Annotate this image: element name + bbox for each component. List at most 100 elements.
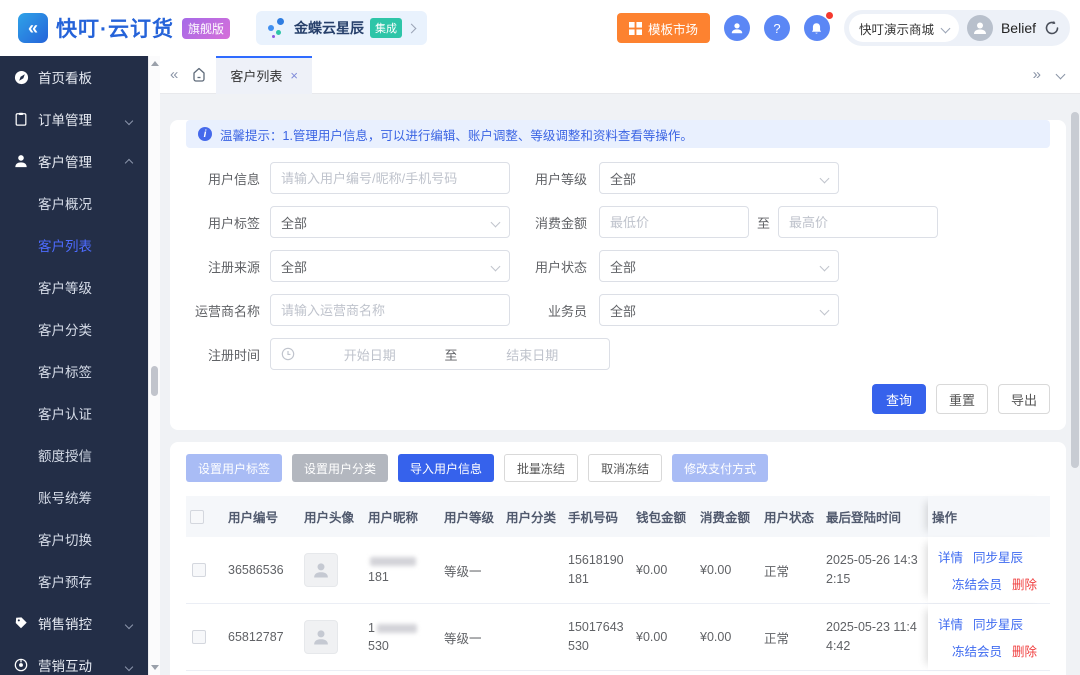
integration-pill[interactable]: 金蝶云星辰 集成: [256, 11, 427, 45]
shop-selector[interactable]: 快叮演示商城: [849, 14, 959, 42]
col-user-category: 用户分类: [502, 496, 564, 537]
avatar-placeholder: [304, 553, 338, 587]
user-status-select[interactable]: 全部: [599, 250, 839, 282]
filter-card: i 温馨提示：1.管理用户信息，可以进行编辑、账户调整、等级调整和资料查看等操作…: [170, 120, 1066, 430]
orders-icon: [13, 111, 29, 127]
home-tab-icon[interactable]: [190, 66, 208, 84]
tab-customer-list[interactable]: 客户列表 ×: [216, 56, 312, 94]
delete-link[interactable]: 删除: [1012, 641, 1037, 660]
filter-label-register-time: 注册时间: [186, 345, 260, 364]
detail-link[interactable]: 详情: [938, 547, 963, 566]
spend-max-input[interactable]: [778, 206, 938, 238]
tab-close-icon[interactable]: ×: [290, 68, 298, 83]
col-phone: 手机号码: [564, 496, 632, 537]
tabs-menu-icon[interactable]: [1056, 70, 1066, 80]
row-checkbox[interactable]: [192, 630, 206, 644]
sidebar-item-customer-prestore[interactable]: 客户预存: [0, 560, 148, 602]
tabs-scroll-right[interactable]: »: [1023, 66, 1051, 83]
chevron-down-icon: [125, 662, 133, 670]
user-level-select[interactable]: 全部: [599, 162, 839, 194]
user-info-input[interactable]: [270, 162, 510, 194]
sidebar-scrollbar[interactable]: [148, 56, 160, 675]
cancel-freeze-button[interactable]: 取消冻结: [588, 454, 662, 482]
info-icon: i: [198, 127, 212, 141]
modify-payment-button[interactable]: 修改支付方式: [672, 454, 768, 482]
freeze-link[interactable]: 冻结会员: [952, 574, 1002, 593]
cell-last-login: 2025-05-26 14:32:15: [826, 551, 924, 589]
detail-link[interactable]: 详情: [938, 614, 963, 633]
set-user-category-button[interactable]: 设置用户分类: [292, 454, 388, 482]
batch-freeze-button[interactable]: 批量冻结: [504, 454, 578, 482]
filter-label-salesman: 业务员: [522, 301, 587, 320]
customer-service-icon[interactable]: [724, 15, 750, 41]
col-user-id: 用户编号: [224, 496, 300, 537]
scroll-up-arrow[interactable]: [151, 61, 159, 66]
sidebar-item-credit-line[interactable]: 额度授信: [0, 434, 148, 476]
sidebar-item-dashboard[interactable]: 首页看板: [0, 56, 148, 98]
salesman-select[interactable]: 全部: [599, 294, 839, 326]
sidebar-item-orders[interactable]: 订单管理: [0, 98, 148, 140]
spend-min-input[interactable]: [599, 206, 749, 238]
row-checkbox[interactable]: [192, 563, 206, 577]
chevron-down-icon: [820, 305, 830, 315]
sidebar-item-customer-list[interactable]: 客户列表: [0, 224, 148, 266]
sidebar-item-customer-level[interactable]: 客户等级: [0, 266, 148, 308]
sidebar-item-customers[interactable]: 客户管理: [0, 140, 148, 182]
col-actions: 操作: [928, 496, 1050, 537]
col-wallet: 钱包金额: [632, 496, 696, 537]
operator-name-input[interactable]: [270, 294, 510, 326]
col-status: 用户状态: [760, 496, 822, 537]
grid-icon: [629, 22, 642, 35]
sales-tag-icon: [13, 615, 29, 631]
col-user-level: 用户等级: [440, 496, 502, 537]
select-all-checkbox[interactable]: [190, 510, 204, 524]
set-user-tag-button[interactable]: 设置用户标签: [186, 454, 282, 482]
sidebar-item-customer-tag[interactable]: 客户标签: [0, 350, 148, 392]
sync-link[interactable]: 同步星辰: [973, 547, 1023, 566]
sidebar-item-customer-auth[interactable]: 客户认证: [0, 392, 148, 434]
user-tag-select[interactable]: 全部: [270, 206, 510, 238]
refresh-icon[interactable]: [1044, 20, 1060, 36]
delete-link[interactable]: 删除: [1012, 574, 1037, 593]
sidebar-item-marketing[interactable]: 营销互动: [0, 644, 148, 675]
cell-phone: 15017643530: [568, 618, 628, 656]
cell-nickname: 181: [368, 557, 416, 584]
sidebar-item-sales-control[interactable]: 销售销控: [0, 602, 148, 644]
avatar[interactable]: [967, 15, 993, 41]
freeze-link[interactable]: 冻结会员: [952, 641, 1002, 660]
sidebar-item-customer-switch[interactable]: 客户切换: [0, 518, 148, 560]
export-button[interactable]: 导出: [998, 384, 1050, 414]
tabs-scroll-left[interactable]: «: [160, 66, 188, 83]
chevron-down-icon: [820, 173, 830, 183]
register-time-range-picker[interactable]: 开始日期 至 结束日期: [270, 338, 610, 370]
dashboard-icon: [13, 69, 29, 85]
chevron-down-icon: [941, 23, 951, 33]
range-separator: 至: [757, 213, 770, 232]
notification-dot: [826, 12, 833, 19]
page-scrollbar-thumb[interactable]: [1071, 112, 1079, 468]
scroll-down-arrow[interactable]: [151, 665, 159, 670]
integration-name: 金蝶云星辰: [294, 18, 364, 38]
sync-link[interactable]: 同步星辰: [973, 614, 1023, 633]
notification-bell-icon[interactable]: [804, 15, 830, 41]
import-user-info-button[interactable]: 导入用户信息: [398, 454, 494, 482]
row-actions: 详情 同步星辰 冻结会员 删除: [938, 614, 1037, 660]
search-button[interactable]: 查询: [872, 384, 926, 414]
cell-level: 等级一: [440, 537, 502, 603]
template-market-button[interactable]: 模板市场: [617, 13, 710, 43]
register-source-select[interactable]: 全部: [270, 250, 510, 282]
sidebar-scrollbar-thumb[interactable]: [151, 366, 158, 396]
edition-badge: 旗舰版: [182, 18, 230, 39]
filter-label-user-level: 用户等级: [522, 169, 587, 188]
sidebar-item-account-planning[interactable]: 账号统筹: [0, 476, 148, 518]
cell-nickname: 1 530: [368, 621, 417, 653]
reset-button[interactable]: 重置: [936, 384, 988, 414]
sidebar-item-customer-category[interactable]: 客户分类: [0, 308, 148, 350]
help-icon[interactable]: ?: [764, 15, 790, 41]
cell-category: [502, 537, 564, 603]
account-area: 快叮演示商城 Belief: [844, 10, 1070, 46]
app-logo-text: 快叮·云订货: [56, 13, 174, 43]
main-area: « 客户列表 × » i 温馨提示：1.管理用户信息，可以进行编辑、账户调整、等…: [160, 56, 1080, 675]
sidebar-item-customer-overview[interactable]: 客户概况: [0, 182, 148, 224]
page-scrollbar[interactable]: [1070, 56, 1079, 675]
